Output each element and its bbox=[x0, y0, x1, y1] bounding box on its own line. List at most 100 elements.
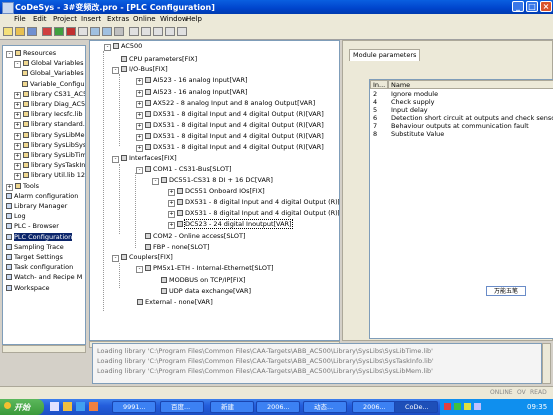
config-tree-node[interactable]: - COM1 - CS31-Bus[SLOT] bbox=[136, 165, 232, 174]
message-v-scrollbar[interactable] bbox=[542, 343, 551, 384]
config-tree-node[interactable]: FBP - none[SLOT] bbox=[136, 242, 210, 251]
expander-icon[interactable]: + bbox=[168, 189, 175, 196]
resource-item[interactable]: - Global Variables bbox=[14, 59, 84, 69]
expander-icon[interactable]: + bbox=[14, 132, 21, 140]
copy-icon[interactable] bbox=[141, 27, 151, 36]
param-index[interactable]: 2 bbox=[373, 90, 377, 98]
expander-icon[interactable]: + bbox=[168, 211, 175, 218]
minimize-button[interactable]: _ bbox=[512, 1, 524, 12]
expander-icon[interactable]: + bbox=[136, 145, 143, 152]
taskbar-window-button[interactable]: 9991... bbox=[112, 401, 156, 413]
stop-icon[interactable] bbox=[66, 27, 76, 36]
column-header-index[interactable]: In... bbox=[370, 80, 388, 89]
param-name[interactable]: Input delay bbox=[391, 106, 428, 114]
expander-icon[interactable]: + bbox=[14, 122, 21, 130]
param-name[interactable]: Detection short circuit at outputs and c… bbox=[391, 114, 553, 122]
menu-file[interactable]: File bbox=[14, 15, 26, 23]
tray-icon[interactable] bbox=[444, 403, 451, 410]
config-tree-node[interactable]: + DX531 - 8 digital Input and 4 digital O… bbox=[168, 209, 339, 218]
param-index[interactable]: 4 bbox=[373, 98, 377, 106]
expander-icon[interactable]: + bbox=[136, 90, 143, 97]
find-next-icon[interactable] bbox=[177, 27, 187, 36]
config-tree-node[interactable]: - DC551-CS31 8 DI + 16 DC[VAR] bbox=[152, 176, 273, 185]
run-icon[interactable] bbox=[54, 27, 64, 36]
resources-h-scrollbar[interactable] bbox=[2, 345, 86, 353]
ime-status-bar[interactable]: 万能五笔 bbox=[486, 286, 526, 296]
config-tree-node[interactable]: + DX531 - 8 digital Input and 4 digital O… bbox=[168, 198, 339, 207]
resource-item[interactable]: + library Diag_AC500_V bbox=[14, 100, 85, 109]
resource-item[interactable]: + library Iecsfc.lib 26.11 bbox=[14, 110, 85, 120]
config-tree-node[interactable]: - AC500 bbox=[104, 42, 142, 51]
taskbar-window-button[interactable]: 动态... bbox=[303, 401, 347, 413]
step-in-icon[interactable] bbox=[102, 27, 112, 36]
resource-item[interactable]: + library standard.lib 22 bbox=[14, 120, 85, 130]
resource-item[interactable]: - Resources bbox=[6, 49, 56, 58]
taskbar-window-button[interactable]: CoDe... bbox=[394, 401, 438, 413]
resource-item[interactable]: + library SysLibMem.lib bbox=[14, 131, 85, 140]
tab-module-parameters[interactable]: Module parameters bbox=[349, 49, 421, 61]
resource-item[interactable]: Target Settings bbox=[6, 253, 63, 261]
taskbar-window-button[interactable]: 新建 bbox=[210, 401, 254, 413]
menu-edit[interactable]: Edit bbox=[33, 15, 47, 23]
param-name[interactable]: Behaviour outputs at communication fault bbox=[391, 122, 529, 130]
step-over-icon[interactable] bbox=[90, 27, 100, 36]
param-index[interactable]: 6 bbox=[373, 114, 377, 122]
expander-icon[interactable]: - bbox=[112, 156, 119, 163]
config-tree-node[interactable]: External - none[VAR] bbox=[128, 297, 213, 306]
expander-icon[interactable]: + bbox=[168, 200, 175, 207]
maximize-button[interactable]: □ bbox=[526, 1, 538, 12]
expander-icon[interactable]: - bbox=[136, 266, 143, 273]
expander-icon[interactable]: + bbox=[136, 112, 143, 119]
resource-item[interactable]: PLC - Browser bbox=[6, 222, 59, 230]
expander-icon[interactable]: - bbox=[6, 51, 13, 58]
login-icon[interactable] bbox=[42, 27, 52, 36]
resource-item[interactable]: Library Manager bbox=[6, 202, 67, 210]
config-tree-node[interactable]: + DX531 - 8 digital Input and 4 digital O… bbox=[136, 143, 324, 152]
expander-icon[interactable]: + bbox=[14, 163, 21, 171]
config-tree-node[interactable]: COM2 - Online access[SLOT] bbox=[136, 231, 246, 240]
expander-icon[interactable]: + bbox=[6, 183, 13, 191]
expander-icon[interactable]: - bbox=[112, 67, 119, 74]
resource-item[interactable]: Global_Variables bbox=[22, 69, 84, 77]
config-tree-node[interactable]: - Interfaces[FIX] bbox=[112, 154, 177, 163]
menu-online[interactable]: Online bbox=[133, 15, 156, 23]
new-file-icon[interactable] bbox=[3, 27, 13, 36]
resource-item[interactable]: + Tools bbox=[6, 182, 39, 191]
config-tree-node[interactable]: + AI523 - 16 analog Input[VAR] bbox=[136, 76, 248, 85]
expander-icon[interactable]: + bbox=[136, 78, 143, 85]
find-icon[interactable] bbox=[165, 27, 175, 36]
save-icon[interactable] bbox=[27, 27, 37, 36]
resource-item[interactable]: + library CS31_AC500_V bbox=[14, 90, 85, 99]
column-header-name[interactable]: Name bbox=[388, 80, 553, 89]
taskbar-window-button[interactable]: 2006... bbox=[256, 401, 300, 413]
config-tree-node[interactable]: + DC523 - 24 digital Inoutput[VAR] bbox=[168, 219, 293, 229]
param-index[interactable]: 7 bbox=[373, 122, 377, 130]
expander-icon[interactable]: - bbox=[136, 167, 143, 174]
expander-icon[interactable]: + bbox=[14, 91, 21, 99]
quick-launch-icon[interactable] bbox=[76, 402, 85, 411]
expander-icon[interactable]: - bbox=[112, 255, 119, 262]
expander-icon[interactable]: + bbox=[14, 173, 21, 181]
config-tree-node[interactable]: + DX531 - 8 digital Input and 4 digital O… bbox=[136, 110, 324, 119]
quick-launch-icon[interactable] bbox=[89, 402, 98, 411]
expander-icon[interactable]: + bbox=[14, 142, 21, 150]
expander-icon[interactable]: - bbox=[104, 44, 111, 51]
resource-item[interactable]: Workspace bbox=[6, 284, 50, 292]
expander-icon[interactable]: + bbox=[136, 134, 143, 141]
resource-item[interactable]: Sampling Trace bbox=[6, 243, 64, 251]
expander-icon[interactable]: + bbox=[136, 123, 143, 130]
menu-help[interactable]: Help bbox=[186, 15, 202, 23]
expander-icon[interactable]: - bbox=[14, 61, 21, 69]
taskbar-window-button[interactable]: 百度... bbox=[160, 401, 204, 413]
expander-icon[interactable]: + bbox=[136, 101, 143, 108]
expander-icon[interactable]: + bbox=[168, 222, 175, 229]
resource-item[interactable]: Task configuration bbox=[6, 263, 73, 271]
resource-item[interactable]: Variable_Configu bbox=[22, 80, 85, 88]
menu-extras[interactable]: Extras bbox=[107, 15, 129, 23]
resource-item[interactable]: + library Util.lib 12.2.04 bbox=[14, 171, 85, 181]
resource-item[interactable]: Watch- and Recipe M bbox=[6, 273, 82, 281]
config-tree-node[interactable]: CPU parameters[FIX] bbox=[112, 54, 197, 63]
config-tree-node[interactable]: UDP data exchange[VAR] bbox=[152, 286, 251, 295]
resource-item[interactable]: + library SysLibSysLib bbox=[14, 141, 85, 150]
resource-item[interactable]: Alarm configuration bbox=[6, 192, 78, 200]
